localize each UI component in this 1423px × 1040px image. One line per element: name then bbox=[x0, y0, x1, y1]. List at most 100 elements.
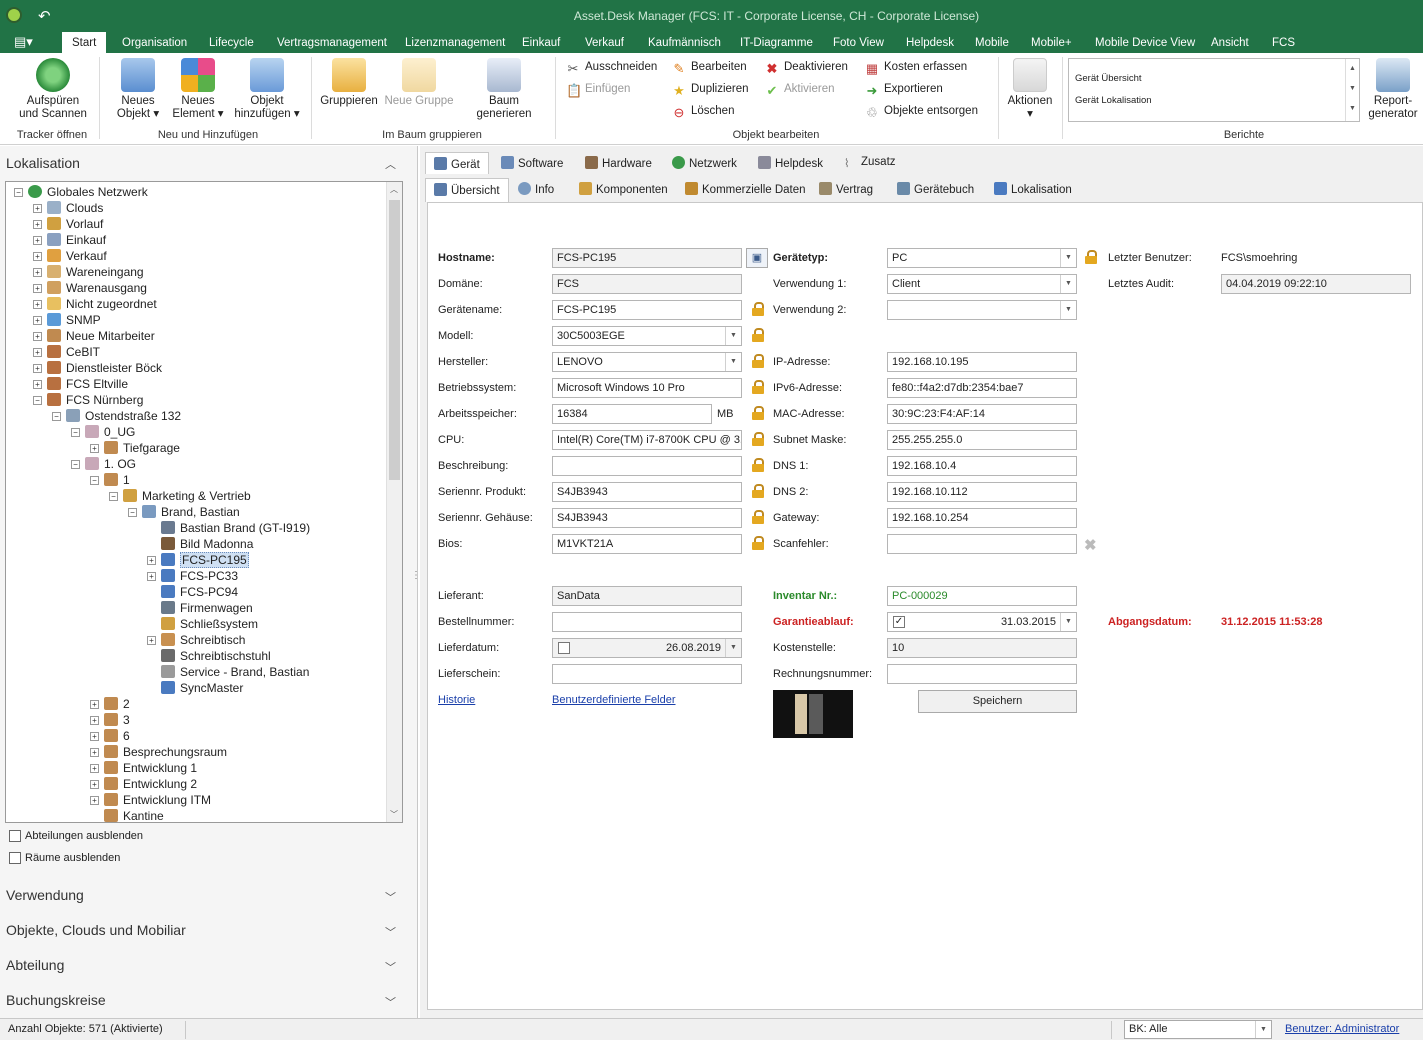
os-field[interactable]: Microsoft Windows 10 Pro bbox=[552, 378, 742, 398]
chevron-down-icon[interactable]: ﹀ bbox=[385, 924, 396, 940]
tree-node[interactable]: − 1. OG bbox=[71, 456, 136, 472]
expand-icon[interactable]: + bbox=[33, 332, 42, 341]
usage1-select[interactable]: Client ▼ bbox=[887, 274, 1077, 294]
tab-software[interactable]: Software bbox=[493, 152, 571, 174]
accordion-objekte[interactable]: Objekte, Clouds und Mobiliar bbox=[6, 922, 186, 938]
new-element-button[interactable]: Neues Element ▾ bbox=[170, 58, 226, 121]
deactivate-button[interactable]: ✖ Deaktivieren bbox=[765, 61, 848, 76]
dns2-field[interactable]: 192.168.10.112 bbox=[887, 482, 1077, 502]
tab-foto-view[interactable]: Foto View bbox=[833, 37, 884, 49]
lock-icon[interactable] bbox=[752, 510, 764, 524]
warranty-checkbox[interactable]: ✓ bbox=[893, 616, 905, 628]
warranty-date-picker[interactable]: ✓ 31.03.2015 ▼ bbox=[887, 612, 1077, 632]
tab-vertrag[interactable]: Vertrag bbox=[811, 178, 881, 200]
tree-node[interactable]: − 0_UG bbox=[71, 424, 135, 440]
ipv6-field[interactable]: fe80::f4a2:d7db:2354:bae7 bbox=[887, 378, 1077, 398]
tree-node[interactable]: SyncMaster bbox=[161, 680, 243, 696]
expand-icon[interactable]: + bbox=[90, 796, 99, 805]
tree-node[interactable]: +2 bbox=[90, 696, 130, 712]
tree-node[interactable]: + Tiefgarage bbox=[90, 440, 180, 456]
expand-icon[interactable]: + bbox=[33, 300, 42, 309]
duplicate-button[interactable]: ★ Duplizieren bbox=[672, 83, 748, 98]
collapse-icon[interactable]: − bbox=[90, 476, 99, 485]
collapse-icon[interactable]: − bbox=[71, 460, 80, 469]
accordion-buchungskreise[interactable]: Buchungskreise bbox=[6, 992, 106, 1008]
lock-icon[interactable] bbox=[752, 536, 764, 550]
expand-icon[interactable]: + bbox=[90, 764, 99, 773]
tree-node[interactable]: + Clouds bbox=[33, 200, 103, 216]
tab-helpdesk[interactable]: Helpdesk bbox=[906, 37, 954, 49]
expand-icon[interactable]: + bbox=[147, 636, 156, 645]
tab-info[interactable]: Info bbox=[510, 178, 562, 200]
expand-icon[interactable]: + bbox=[33, 220, 42, 229]
ip-field[interactable]: 192.168.10.195 bbox=[887, 352, 1077, 372]
tree-node[interactable]: + FCS-PC33 bbox=[147, 568, 238, 584]
expand-icon[interactable]: + bbox=[90, 748, 99, 757]
invoice-number-field[interactable] bbox=[887, 664, 1077, 684]
tree-node[interactable]: + FCS-PC195 bbox=[147, 552, 249, 568]
tab-it-diagramme[interactable]: IT-Diagramme bbox=[740, 37, 813, 49]
tree-node[interactable]: + Nicht zugeordnet bbox=[33, 296, 157, 312]
tab-komponenten[interactable]: Komponenten bbox=[571, 178, 676, 200]
bios-field[interactable]: M1VKT21A bbox=[552, 534, 742, 554]
devicename-field[interactable]: FCS-PC195 bbox=[552, 300, 742, 320]
cost-center-field[interactable]: 10 bbox=[887, 638, 1077, 658]
hide-rooms-checkbox[interactable] bbox=[9, 852, 21, 864]
dropdown-arrow-icon[interactable]: ▼ bbox=[725, 353, 741, 371]
tree-node[interactable]: Firmenwagen bbox=[161, 600, 253, 616]
expand-icon[interactable]: + bbox=[147, 556, 156, 565]
scroll-up-icon[interactable]: ︿ bbox=[390, 184, 398, 195]
tree-node[interactable]: − Brand, Bastian bbox=[128, 504, 240, 520]
tree-node[interactable]: + Vorlauf bbox=[33, 216, 103, 232]
dropdown-arrow-icon[interactable]: ▼ bbox=[1255, 1021, 1271, 1038]
report-generator-button[interactable]: Report-generator bbox=[1366, 58, 1420, 121]
mac-field[interactable]: 30:9C:23:F4:AF:14 bbox=[887, 404, 1077, 424]
collapse-icon[interactable]: − bbox=[71, 428, 80, 437]
tree-node[interactable]: Service - Brand, Bastian bbox=[161, 664, 309, 680]
remote-connect-icon[interactable]: ▣ bbox=[746, 248, 768, 268]
tab-uebersicht[interactable]: Übersicht bbox=[425, 178, 509, 202]
tree-node[interactable]: +6 bbox=[90, 728, 130, 744]
tree-node[interactable]: Bild Madonna bbox=[161, 536, 253, 552]
accordion-verwendung[interactable]: Verwendung bbox=[6, 887, 84, 903]
tab-netzwerk[interactable]: Netzwerk bbox=[664, 152, 745, 174]
tree-node[interactable]: FCS-PC94 bbox=[161, 584, 238, 600]
dropdown-arrow-icon[interactable]: ▼ bbox=[725, 639, 741, 657]
subnet-field[interactable]: 255.255.255.0 bbox=[887, 430, 1077, 450]
new-group-button[interactable]: Neue Gruppe bbox=[384, 58, 454, 108]
collapse-icon[interactable]: − bbox=[128, 508, 137, 517]
scan-error-field[interactable] bbox=[887, 534, 1077, 554]
ram-field[interactable]: 16384 bbox=[552, 404, 712, 424]
tab-zusatz[interactable]: ⌇ Zusatz bbox=[836, 152, 904, 174]
user-link[interactable]: Benutzer: Administrator bbox=[1285, 1023, 1399, 1035]
lock-icon[interactable] bbox=[752, 406, 764, 420]
edit-button[interactable]: ✎ Bearbeiten bbox=[672, 61, 747, 76]
tab-geraetebuch[interactable]: Gerätebuch bbox=[889, 178, 982, 200]
reports-scroll[interactable]: ▲ ▼ ▼ bbox=[1345, 59, 1359, 121]
file-menu-icon[interactable]: ▤▾ bbox=[14, 34, 33, 50]
lock-icon[interactable] bbox=[752, 328, 764, 342]
lock-icon[interactable] bbox=[752, 380, 764, 394]
expand-icon[interactable]: + bbox=[33, 284, 42, 293]
expand-icon[interactable]: + bbox=[90, 444, 99, 453]
dispose-objects-button[interactable]: ♲ Objekte entsorgen bbox=[865, 105, 978, 120]
tab-helpdesk[interactable]: Helpdesk bbox=[750, 152, 831, 174]
tab-kommerzielle-daten[interactable]: Kommerzielle Daten bbox=[677, 178, 814, 200]
tree-node[interactable]: − Marketing & Vertrieb bbox=[109, 488, 251, 504]
tab-hardware[interactable]: Hardware bbox=[577, 152, 660, 174]
expand-icon[interactable]: + bbox=[33, 236, 42, 245]
tree-node[interactable]: + FCS Eltville bbox=[33, 376, 128, 392]
tab-lokalisation[interactable]: Lokalisation bbox=[986, 178, 1080, 200]
tab-mobile-device-view[interactable]: Mobile Device View bbox=[1095, 37, 1195, 49]
tree-scrollbar[interactable]: ︿ ﹀ bbox=[386, 182, 402, 822]
custom-fields-link[interactable]: Benutzerdefinierte Felder bbox=[552, 694, 676, 706]
lock-icon[interactable] bbox=[752, 354, 764, 368]
tree-node[interactable]: Schließsystem bbox=[161, 616, 258, 632]
group-button[interactable]: Gruppieren bbox=[318, 58, 380, 108]
tree-node[interactable]: + Dienstleister Böck bbox=[33, 360, 162, 376]
lock-icon[interactable] bbox=[752, 458, 764, 472]
report-item[interactable]: Gerät Übersicht bbox=[1075, 73, 1142, 84]
hide-departments-checkbox[interactable] bbox=[9, 830, 21, 842]
tree-node[interactable]: − Ostendstraße 132 bbox=[52, 408, 181, 424]
expand-icon[interactable]: + bbox=[90, 700, 99, 709]
